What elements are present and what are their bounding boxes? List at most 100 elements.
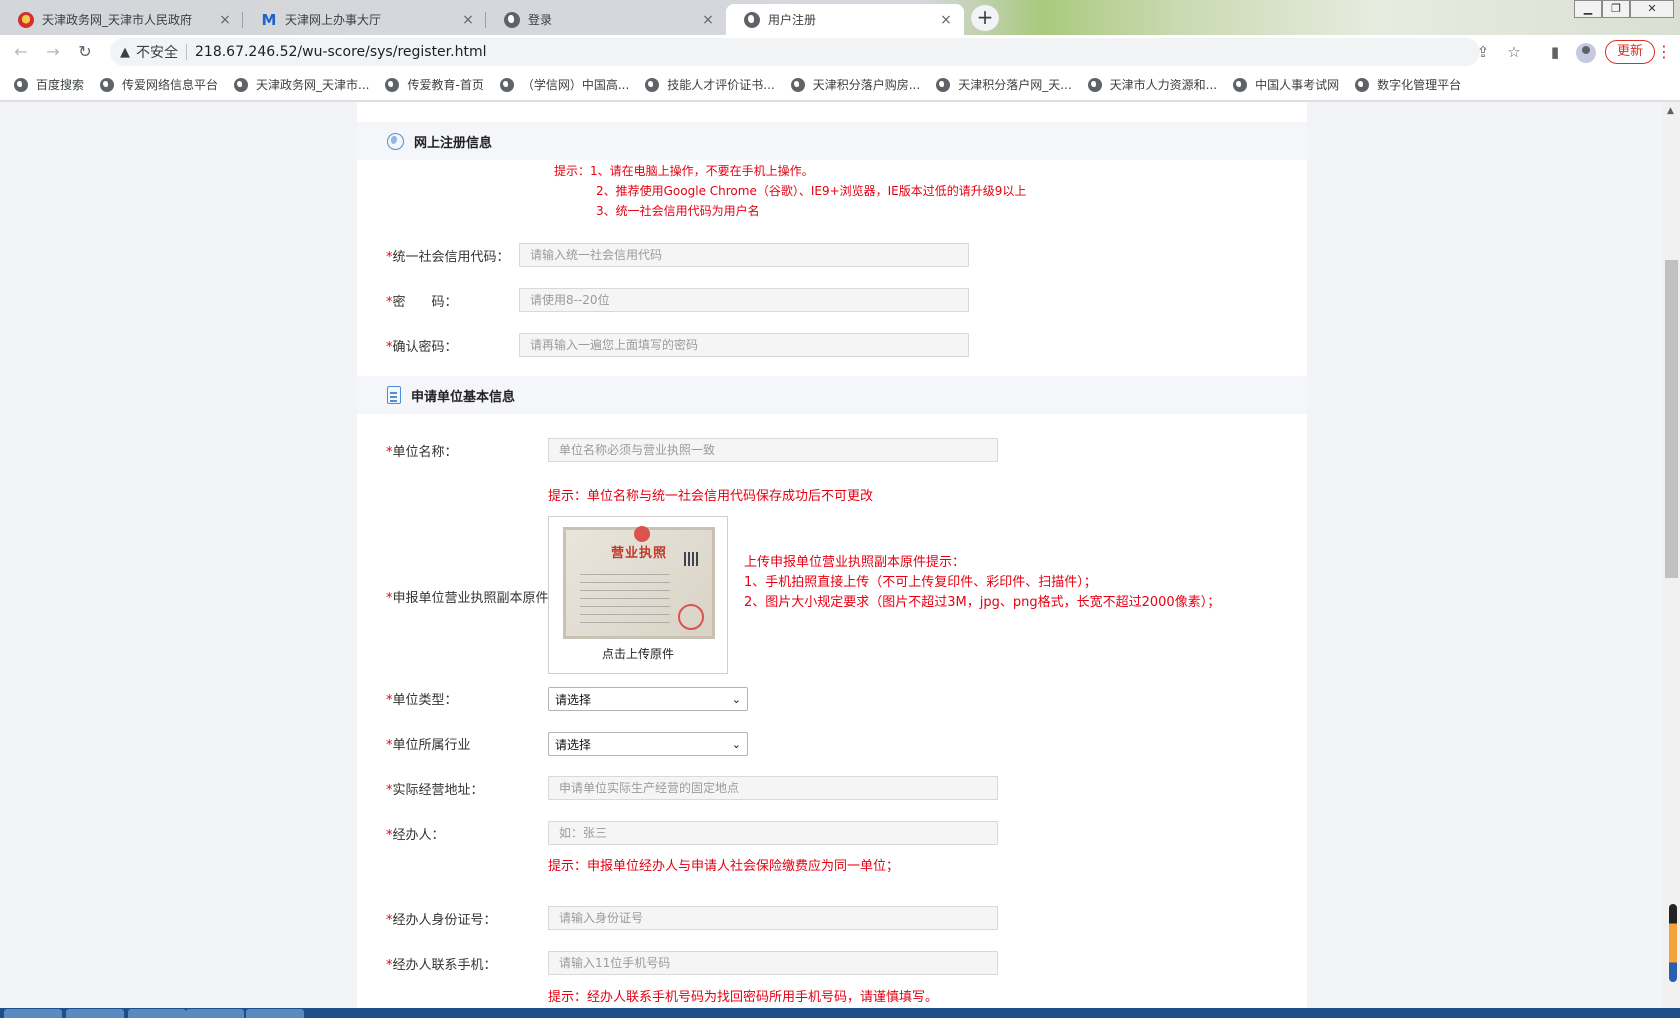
scrollbar-thumb[interactable] — [1665, 260, 1678, 578]
taskbar-item[interactable] — [66, 1009, 124, 1018]
more-menu-icon[interactable]: ⋮ — [1656, 42, 1672, 61]
unit-industry-select[interactable]: 请选择 ⌄ — [548, 732, 748, 756]
section-title: 申请单位基本信息 — [411, 389, 516, 405]
tab-strip: 天津政务网_天津市人民政府 × M 天津网上办事大厅 × 登录 × 用户注册 ×… — [0, 0, 1680, 35]
license-upload-box[interactable]: 营业执照 点击上传原件 — [548, 516, 728, 674]
divider — [186, 44, 187, 60]
address-label: *实际经营地址： — [386, 779, 484, 798]
globe-icon — [936, 77, 951, 92]
label-text: 经办人联系手机： — [392, 958, 497, 973]
scroll-up-arrow-icon[interactable]: ▲ — [1667, 106, 1674, 116]
handler-phone-label: *经办人联系手机： — [386, 954, 497, 973]
globe-icon — [744, 11, 760, 28]
taskbar-start-button[interactable] — [4, 1009, 62, 1018]
tab-title: 用户注册 — [768, 13, 817, 27]
license-text-lines — [580, 574, 670, 624]
bookmark-item[interactable]: 百度搜索 — [14, 76, 84, 93]
label-text: 经办人： — [392, 828, 445, 843]
label-text: 经办人身份证号： — [392, 913, 497, 928]
restore-icon[interactable]: ❐ — [1602, 0, 1630, 18]
tab-online-service-hall[interactable]: M 天津网上办事大厅 × — [243, 4, 486, 35]
bookmark-item[interactable]: 天津市人力资源和... — [1087, 76, 1218, 93]
upload-caption[interactable]: 点击上传原件 — [549, 645, 727, 662]
bookmark-item[interactable]: 天津积分落户购房... — [790, 76, 921, 93]
taskbar-item[interactable] — [246, 1009, 304, 1018]
credit-code-input[interactable] — [519, 243, 969, 267]
bookmark-label: 天津市人力资源和... — [1109, 78, 1218, 92]
profile-avatar-icon[interactable] — [1576, 43, 1596, 63]
red-seal-icon — [678, 604, 704, 630]
url-text[interactable]: 218.67.246.52/wu-score/sys/register.html — [195, 44, 486, 60]
globe-icon — [385, 77, 400, 92]
bookmark-item[interactable]: 天津政务网_天津市... — [234, 76, 369, 93]
new-tab-button[interactable]: + — [971, 5, 999, 31]
globe-icon — [100, 77, 115, 92]
handler-phone-tip: 提示：经办人联系手机号码为找回密码所用手机号码，请谨慎填写。 — [548, 990, 939, 1005]
bookmark-label: 天津积分落户购房... — [812, 78, 921, 92]
handler-input[interactable] — [548, 821, 998, 845]
bookmark-item[interactable]: 传爱教育-首页 — [385, 76, 484, 93]
qr-code-icon — [684, 552, 698, 566]
bookmark-item[interactable]: （学信网）中国高... — [499, 76, 630, 93]
handler-id-input[interactable] — [548, 906, 998, 930]
section-unit-basic-info: 申请单位基本信息 — [357, 376, 1307, 414]
credit-code-label: *统一社会信用代码： — [386, 246, 510, 265]
unit-name-input[interactable] — [548, 438, 998, 462]
address-bar[interactable]: ▲ 不安全 218.67.246.52/wu-score/sys/registe… — [110, 38, 1480, 66]
handler-phone-input[interactable] — [548, 951, 998, 975]
bookmark-item[interactable]: 传爱网络信息平台 — [100, 76, 218, 93]
reload-icon[interactable]: ↻ — [74, 41, 96, 63]
update-button[interactable]: 更新 — [1605, 40, 1655, 64]
bookmark-label: 天津政务网_天津市... — [256, 78, 370, 92]
tip-line-2: 2、推荐使用Google Chrome（谷歌）、IE9+浏览器，IE版本过低的请… — [596, 184, 1027, 198]
label-text: 密 码： — [392, 295, 458, 310]
unit-type-select[interactable]: 请选择 ⌄ — [548, 687, 748, 711]
selected-value: 请选择 — [555, 692, 592, 707]
document-icon — [387, 386, 401, 404]
warning-triangle-icon: ▲ — [120, 44, 130, 60]
floating-side-widget[interactable] — [1669, 904, 1677, 982]
section-title: 网上注册信息 — [414, 135, 493, 151]
close-icon[interactable]: × — [460, 12, 476, 28]
tab-user-register[interactable]: 用户注册 × — [726, 4, 964, 35]
selected-value: 请选择 — [555, 737, 592, 752]
globe-icon — [387, 132, 404, 150]
tab-tianjin-gov[interactable]: 天津政务网_天津市人民政府 × — [0, 4, 243, 35]
bookmark-label: 传爱网络信息平台 — [122, 78, 219, 92]
globe-icon — [645, 77, 660, 92]
bookmark-star-icon[interactable]: ☆ — [1503, 42, 1525, 62]
tab-title: 天津网上办事大厅 — [285, 13, 382, 27]
address-input[interactable] — [548, 776, 998, 800]
forward-arrow-icon[interactable]: → — [42, 41, 64, 63]
side-panel-icon[interactable]: ▮ — [1544, 42, 1566, 62]
password-label: *密 码： — [386, 291, 458, 310]
bookmark-item[interactable]: 中国人事考试网 — [1233, 76, 1339, 93]
password-input[interactable] — [519, 288, 969, 312]
security-status[interactable]: 不安全 — [136, 42, 178, 62]
license-tip-heading: 上传申报单位营业执照副本原件提示： — [744, 555, 966, 570]
taskbar-item[interactable] — [186, 1009, 244, 1018]
label-text: 统一社会信用代码： — [392, 250, 510, 265]
minimize-icon[interactable]: ▁ — [1574, 0, 1602, 18]
bookmark-item[interactable]: 技能人才评价证书... — [645, 76, 775, 93]
bookmark-item[interactable]: 天津积分落户网_天... — [936, 76, 1072, 93]
back-arrow-icon[interactable]: ← — [10, 41, 32, 63]
globe-icon — [1087, 77, 1102, 92]
tab-login[interactable]: 登录 × — [486, 4, 726, 35]
close-icon[interactable]: × — [938, 12, 954, 28]
label-text: 确认密码： — [392, 340, 458, 355]
tip-line-1: 提示：1、请在电脑上操作，不要在手机上操作。 — [554, 164, 814, 178]
national-emblem-icon — [634, 526, 650, 542]
share-icon[interactable]: ⇪ — [1472, 42, 1494, 62]
taskbar-item[interactable] — [128, 1009, 186, 1018]
label-text: 单位名称： — [392, 445, 458, 460]
window-close-icon[interactable]: ✕ — [1630, 0, 1674, 18]
close-icon[interactable]: × — [217, 12, 233, 28]
bookmark-item[interactable]: 数字化管理平台 — [1355, 76, 1461, 93]
bookmark-label: 天津积分落户网_天... — [958, 78, 1072, 92]
bookmarks-bar: 百度搜索 传爱网络信息平台 天津政务网_天津市... 传爱教育-首页 （学信网）… — [0, 69, 1680, 101]
bookmark-label: （学信网）中国高... — [521, 78, 630, 92]
confirm-password-input[interactable] — [519, 333, 969, 357]
vertical-scrollbar[interactable]: ▲ — [1663, 102, 1680, 1008]
close-icon[interactable]: × — [700, 12, 716, 28]
